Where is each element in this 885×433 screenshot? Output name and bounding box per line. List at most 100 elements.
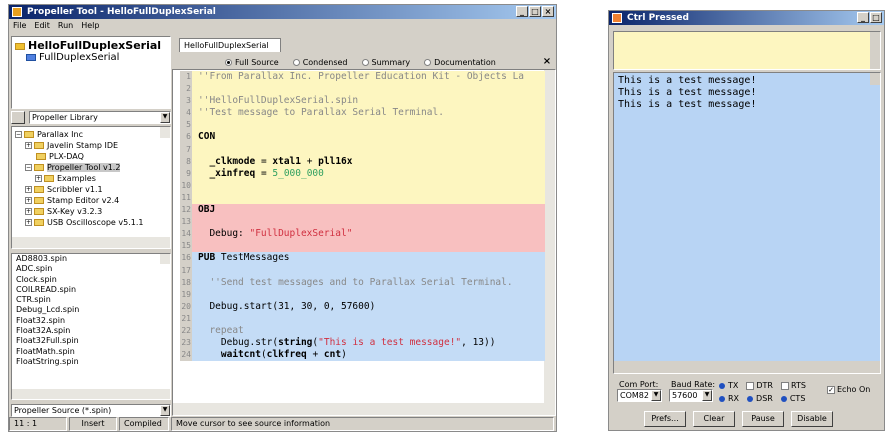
clear-button[interactable]: Clear (693, 411, 735, 427)
code-line: Debug.str(string("This is a test message… (198, 337, 496, 349)
close-tab-icon[interactable]: × (541, 57, 553, 68)
tab-hellofullduplexserial[interactable]: HelloFullDuplexSerial (179, 38, 281, 52)
status-bar: 11 : 1 Insert Compiled Move cursor to se… (9, 417, 556, 431)
folder-item[interactable]: + Stamp Editor v2.4 (15, 195, 170, 206)
file-item[interactable]: Float32A.spin (14, 326, 170, 336)
minimize-button[interactable]: _ (516, 6, 528, 17)
window-title: Propeller Tool - HelloFullDuplexSerial (27, 7, 216, 17)
pause-button[interactable]: Pause (742, 411, 784, 427)
file-item[interactable]: Float32.spin (14, 316, 170, 326)
baud-label: Baud Rate: (671, 380, 716, 389)
maximize-button[interactable]: □ (529, 6, 541, 17)
terminal-title-bar: Ctrl Pressed _ □ (609, 11, 884, 25)
menu-bar: File Edit Run Help (9, 19, 556, 32)
file-list-scrollbar[interactable] (160, 254, 170, 265)
view-options: Full Source Condensed Summary Documentat… (225, 57, 555, 69)
file-item[interactable]: Debug_Lcd.spin (14, 305, 170, 315)
baud-select[interactable]: 57600 ▼ (669, 389, 713, 402)
folder-tree-scrollbar[interactable] (160, 127, 170, 138)
folder-icon (24, 131, 34, 138)
receive-pane[interactable]: This is a test message! This is a test m… (613, 72, 881, 374)
code-line: CON (198, 131, 216, 143)
folder-icon (44, 175, 54, 182)
led-icon (719, 382, 725, 389)
code-line: OBJ (198, 204, 216, 216)
rx-indicator: RX (719, 392, 739, 405)
line-number: 24 (181, 350, 191, 360)
expand-icon[interactable]: + (35, 175, 42, 182)
line-number: 10 (181, 180, 191, 190)
expand-icon[interactable]: + (25, 142, 32, 149)
expand-icon[interactable]: + (25, 186, 32, 193)
rts-toggle[interactable]: RTS (780, 379, 806, 392)
file-item[interactable]: FloatString.spin (14, 357, 170, 367)
collapse-icon[interactable]: − (25, 164, 32, 171)
tx-indicator: TX (719, 379, 738, 392)
close-button[interactable]: × (542, 6, 554, 17)
checkbox-icon (746, 381, 755, 390)
code-line: ''From Parallax Inc. Propeller Education… (198, 71, 525, 82)
file-item[interactable]: ADC.spin (14, 264, 170, 274)
echo-toggle[interactable]: ✓ Echo On (827, 385, 870, 394)
com-port-select[interactable]: COM82 ▼ (617, 389, 662, 402)
line-number: 12 (181, 205, 191, 215)
folder-item[interactable]: + USB Oscilloscope v5.1.1 (15, 217, 170, 228)
library-button[interactable] (11, 111, 25, 124)
file-item[interactable]: COILREAD.spin (14, 285, 170, 295)
menu-help[interactable]: Help (81, 19, 99, 32)
folder-item[interactable]: + Javelin Stamp IDE (15, 140, 170, 151)
option-condensed[interactable]: Condensed (292, 57, 348, 69)
line-number: 17 (181, 265, 191, 275)
dtr-toggle[interactable]: DTR (746, 379, 773, 392)
collapse-icon[interactable]: − (15, 131, 22, 138)
folder-tree: − Parallax Inc + Javelin Stamp IDE PLX-DAQ − P… (11, 126, 171, 249)
library-select[interactable]: Propeller Library ▼ (29, 111, 171, 124)
folder-item[interactable]: + SX-Key v3.2.3 (15, 206, 170, 217)
maximize-button[interactable]: □ (870, 12, 882, 23)
folder-item[interactable]: + Examples (15, 173, 170, 184)
filter-select[interactable]: Propeller Source (*.spin) ▼ (11, 404, 171, 417)
file-item[interactable]: Clock.spin (14, 275, 170, 285)
option-documentation[interactable]: Documentation (424, 57, 496, 69)
folder-icon (34, 197, 44, 204)
minimize-button[interactable]: _ (857, 12, 869, 23)
transmit-pane[interactable] (613, 31, 881, 70)
editor-vscrollbar[interactable] (544, 70, 555, 403)
receive-vscrollbar[interactable] (870, 73, 880, 85)
file-item[interactable]: FloatMath.spin (14, 347, 170, 357)
file-item[interactable]: Float32Full.spin (14, 336, 170, 346)
transmit-scrollbar[interactable] (870, 32, 880, 69)
chevron-down-icon: ▼ (160, 405, 170, 416)
folder-item[interactable]: − Propeller Tool v1.2 (15, 162, 170, 173)
folder-item[interactable]: + Scribbler v1.1 (15, 184, 170, 195)
code-line: ''HelloFullDuplexSerial.spin (198, 95, 359, 107)
option-full-source[interactable]: Full Source (225, 57, 279, 69)
terminal-title: Ctrl Pressed (627, 13, 689, 23)
file-list-hscrollbar[interactable] (12, 388, 170, 399)
tree-child[interactable]: FullDuplexSerial (12, 51, 170, 63)
line-number: 23 (181, 338, 191, 348)
prefs-button[interactable]: Prefs... (644, 411, 686, 427)
receive-hscrollbar[interactable] (614, 361, 880, 373)
tree-root[interactable]: HelloFullDuplexSerial (12, 37, 170, 52)
checkbox-checked-icon: ✓ (827, 385, 835, 394)
com-port-label: Com Port: (619, 380, 659, 389)
expand-icon[interactable]: + (25, 219, 32, 226)
folder-tree-hscrollbar[interactable] (12, 237, 170, 248)
line-number: 21 (181, 313, 191, 323)
disable-button[interactable]: Disable (791, 411, 833, 427)
option-summary[interactable]: Summary (361, 57, 410, 69)
file-item[interactable]: CTR.spin (14, 295, 170, 305)
editor-hscrollbar[interactable] (173, 403, 555, 415)
folder-item[interactable]: − Parallax Inc (15, 129, 170, 140)
folder-item[interactable]: PLX-DAQ (15, 151, 170, 162)
expand-icon[interactable]: + (25, 208, 32, 215)
menu-edit[interactable]: Edit (34, 19, 50, 32)
expand-icon[interactable]: + (25, 197, 32, 204)
file-item[interactable]: AD8803.spin (14, 254, 170, 264)
menu-file[interactable]: File (13, 19, 26, 32)
menu-run[interactable]: Run (58, 19, 73, 32)
